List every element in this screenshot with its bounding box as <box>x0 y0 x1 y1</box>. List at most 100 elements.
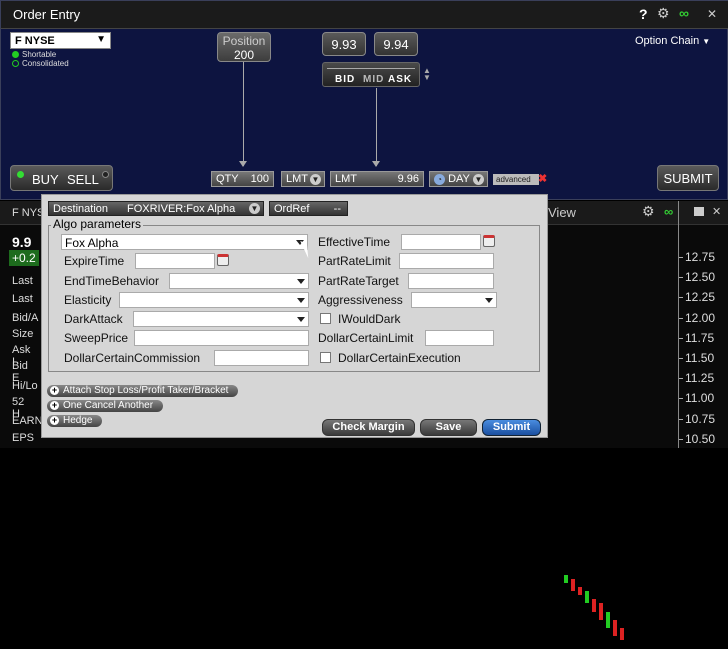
link-icon[interactable]: ∞ <box>664 204 673 219</box>
calendar-icon[interactable] <box>217 254 229 266</box>
part-rate-limit-field[interactable] <box>399 253 494 269</box>
order-type-select[interactable]: LMT ▼ <box>281 171 325 187</box>
one-cancel-another-button[interactable]: + One Cancel Another <box>47 400 164 412</box>
aggressiveness-select[interactable] <box>411 292 497 308</box>
hedge-button[interactable]: + Hedge <box>47 415 103 427</box>
calendar-icon[interactable] <box>483 235 495 247</box>
close-icon[interactable]: ✕ <box>707 7 717 21</box>
ordref-label: OrdRef <box>274 203 310 215</box>
submit-button[interactable]: SUBMIT <box>657 165 719 191</box>
ask-price-button[interactable]: 9.94 <box>374 32 418 56</box>
y-axis-line <box>678 201 679 448</box>
effective-time-field[interactable] <box>401 234 481 250</box>
y-tick-label: 11.25 <box>685 371 715 386</box>
clock-icon: ◔ <box>434 173 445 185</box>
tif-select[interactable]: ◔ DAY ▼ <box>429 171 488 187</box>
sell-indicator-icon <box>102 171 109 178</box>
buy-button[interactable]: BUY <box>32 172 59 187</box>
elasticity-select[interactable] <box>119 292 309 308</box>
attach-bracket-button[interactable]: + Attach Stop Loss/Profit Taker/Bracket <box>47 385 239 397</box>
connector-line <box>243 62 244 166</box>
qty-label: QTY <box>216 173 239 185</box>
help-icon[interactable]: ? <box>639 6 648 22</box>
dollar-certain-commission-field[interactable] <box>214 350 309 366</box>
dollar-certain-limit-label: DollarCertainLimit <box>318 331 414 345</box>
dollar-certain-limit-field[interactable] <box>425 330 494 346</box>
tif-value: DAY <box>448 173 470 185</box>
bid-mid-ask-selector[interactable]: BID MID ASK <box>322 62 420 87</box>
quantity-field[interactable]: QTY 100 <box>211 171 274 187</box>
change-badge: +0.2 <box>9 250 39 266</box>
venue: NYSE <box>24 35 55 47</box>
option-chain-menu[interactable]: Option Chain ▼ <box>635 35 710 47</box>
ordref-field[interactable]: OrdRef -- <box>269 201 348 216</box>
exchange-select[interactable]: F NYSE ▼ <box>10 32 111 49</box>
close-icon[interactable]: ✖ <box>538 172 547 185</box>
dark-attack-select[interactable] <box>133 311 309 327</box>
qty-value[interactable]: 100 <box>251 173 269 185</box>
save-button[interactable]: Save <box>420 419 477 436</box>
last-price: 9.9 <box>12 234 32 250</box>
candle <box>578 587 582 596</box>
quote-row-label: Bid/A <box>12 312 39 324</box>
position-label: Position <box>222 34 266 48</box>
y-tick-label: 12.75 <box>685 250 716 264</box>
link-icon[interactable]: ∞ <box>679 5 689 21</box>
close-icon[interactable]: ✕ <box>712 205 721 218</box>
candle <box>571 579 575 592</box>
destination-select[interactable]: Destination FOXRIVER:Fox Alpha ▼ <box>48 201 264 216</box>
option-chain-label[interactable]: Option Chain <box>635 35 699 47</box>
attach-bracket-label: Attach Stop Loss/Profit Taker/Bracket <box>63 385 229 396</box>
sweep-price-field[interactable] <box>134 330 309 346</box>
candle <box>585 591 589 604</box>
candle <box>599 603 603 620</box>
i-would-dark-checkbox[interactable] <box>320 313 331 324</box>
order-type-value: LMT <box>286 173 308 185</box>
gear-icon[interactable]: ⚙ <box>642 203 655 220</box>
hedge-label: Hedge <box>63 415 93 426</box>
buy-indicator-icon <box>17 171 24 178</box>
part-rate-limit-label: PartRateLimit <box>318 254 391 268</box>
candle <box>564 575 568 584</box>
spinner-icon[interactable]: ▲ ▼ <box>423 67 431 82</box>
check-margin-button[interactable]: Check Margin <box>322 419 415 436</box>
quote-row-label: Last <box>12 275 33 287</box>
part-rate-target-field[interactable] <box>408 273 494 289</box>
limit-price-value[interactable]: 9.96 <box>398 173 419 185</box>
plus-icon: + <box>50 415 59 425</box>
ordref-value[interactable]: -- <box>334 203 341 215</box>
chevron-down-icon: ▼ <box>473 174 484 185</box>
y-tick-label: 10.50 <box>685 431 716 446</box>
strategy-select[interactable]: Fox Alpha <box>61 234 308 250</box>
buy-sell-toggle[interactable]: BUY SELL <box>10 165 113 191</box>
quote-row-label: Size <box>12 328 34 340</box>
candle <box>592 599 596 612</box>
destination-value: FOXRIVER:Fox Alpha <box>127 203 236 215</box>
consolidated-indicator: Consolidated <box>12 59 69 68</box>
chevron-down-icon: ▼ <box>702 37 711 46</box>
limit-price-field[interactable]: LMT 9.96 <box>330 171 424 187</box>
ticker-symbol: F <box>15 35 22 47</box>
arrow-icon <box>372 161 380 167</box>
oca-label: One Cancel Another <box>63 400 154 411</box>
bid-price-button[interactable]: 9.93 <box>322 32 366 56</box>
destination-label: Destination <box>53 203 109 215</box>
expire-time-field[interactable] <box>135 253 215 269</box>
sell-button[interactable]: SELL <box>67 172 99 187</box>
dollar-certain-execution-checkbox[interactable] <box>320 352 331 363</box>
gear-icon[interactable]: ⚙ <box>657 5 670 22</box>
window-title: Order Entry <box>13 7 81 22</box>
ask-label[interactable]: ASK <box>388 74 412 85</box>
y-tick-label: 12.50 <box>685 270 716 285</box>
price-chart <box>548 425 678 649</box>
aggressiveness-label: Aggressiveness <box>318 293 403 307</box>
quote-row-label: Hi/Lo <box>12 380 38 392</box>
submit-algo-button[interactable]: Submit <box>482 419 541 436</box>
dollar-certain-execution-label: DollarCertainExecution <box>338 351 461 365</box>
advanced-button[interactable]: advanced <box>493 174 539 185</box>
maximize-icon[interactable] <box>694 207 704 216</box>
chevron-down-icon: ▼ <box>249 203 260 214</box>
mid-label[interactable]: MID <box>363 74 384 85</box>
bid-label[interactable]: BID <box>335 74 355 85</box>
end-time-behavior-select[interactable] <box>169 273 309 289</box>
